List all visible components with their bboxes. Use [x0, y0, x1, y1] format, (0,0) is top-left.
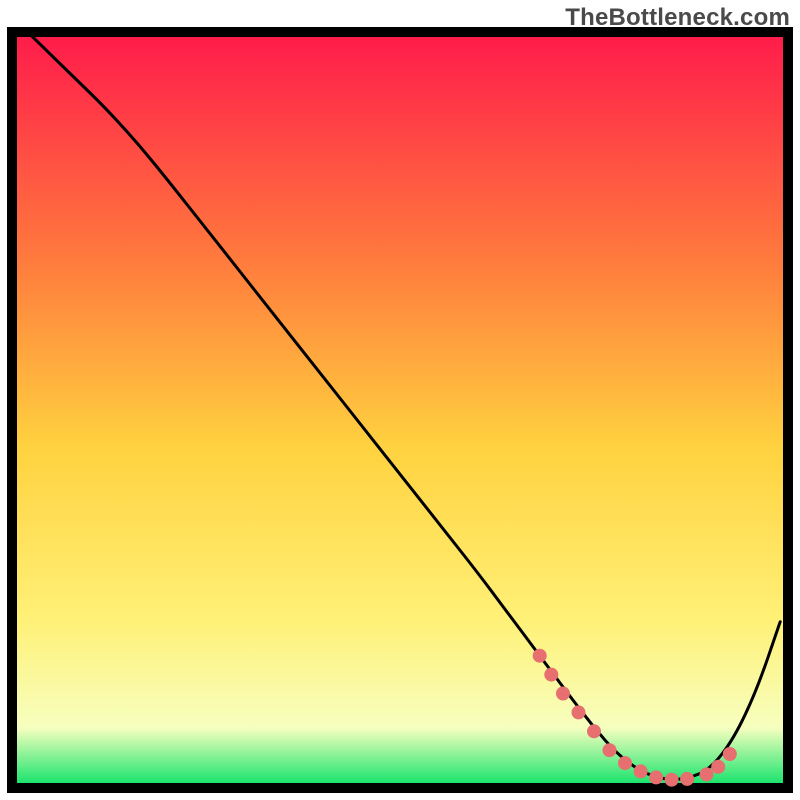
marker-point: [680, 772, 694, 786]
marker-point: [649, 770, 663, 784]
marker-point: [665, 773, 679, 787]
marker-point: [556, 687, 570, 701]
marker-point: [544, 668, 558, 682]
marker-point: [618, 756, 632, 770]
marker-point: [587, 724, 601, 738]
chart-svg: [0, 0, 800, 800]
marker-point: [533, 649, 547, 663]
marker-point: [711, 760, 725, 774]
marker-point: [572, 705, 586, 719]
marker-point: [723, 747, 737, 761]
marker-point: [634, 764, 648, 778]
marker-point: [700, 767, 714, 781]
marker-point: [603, 743, 617, 757]
chart-stage: TheBottleneck.com: [0, 0, 800, 800]
plot-background: [12, 32, 788, 788]
